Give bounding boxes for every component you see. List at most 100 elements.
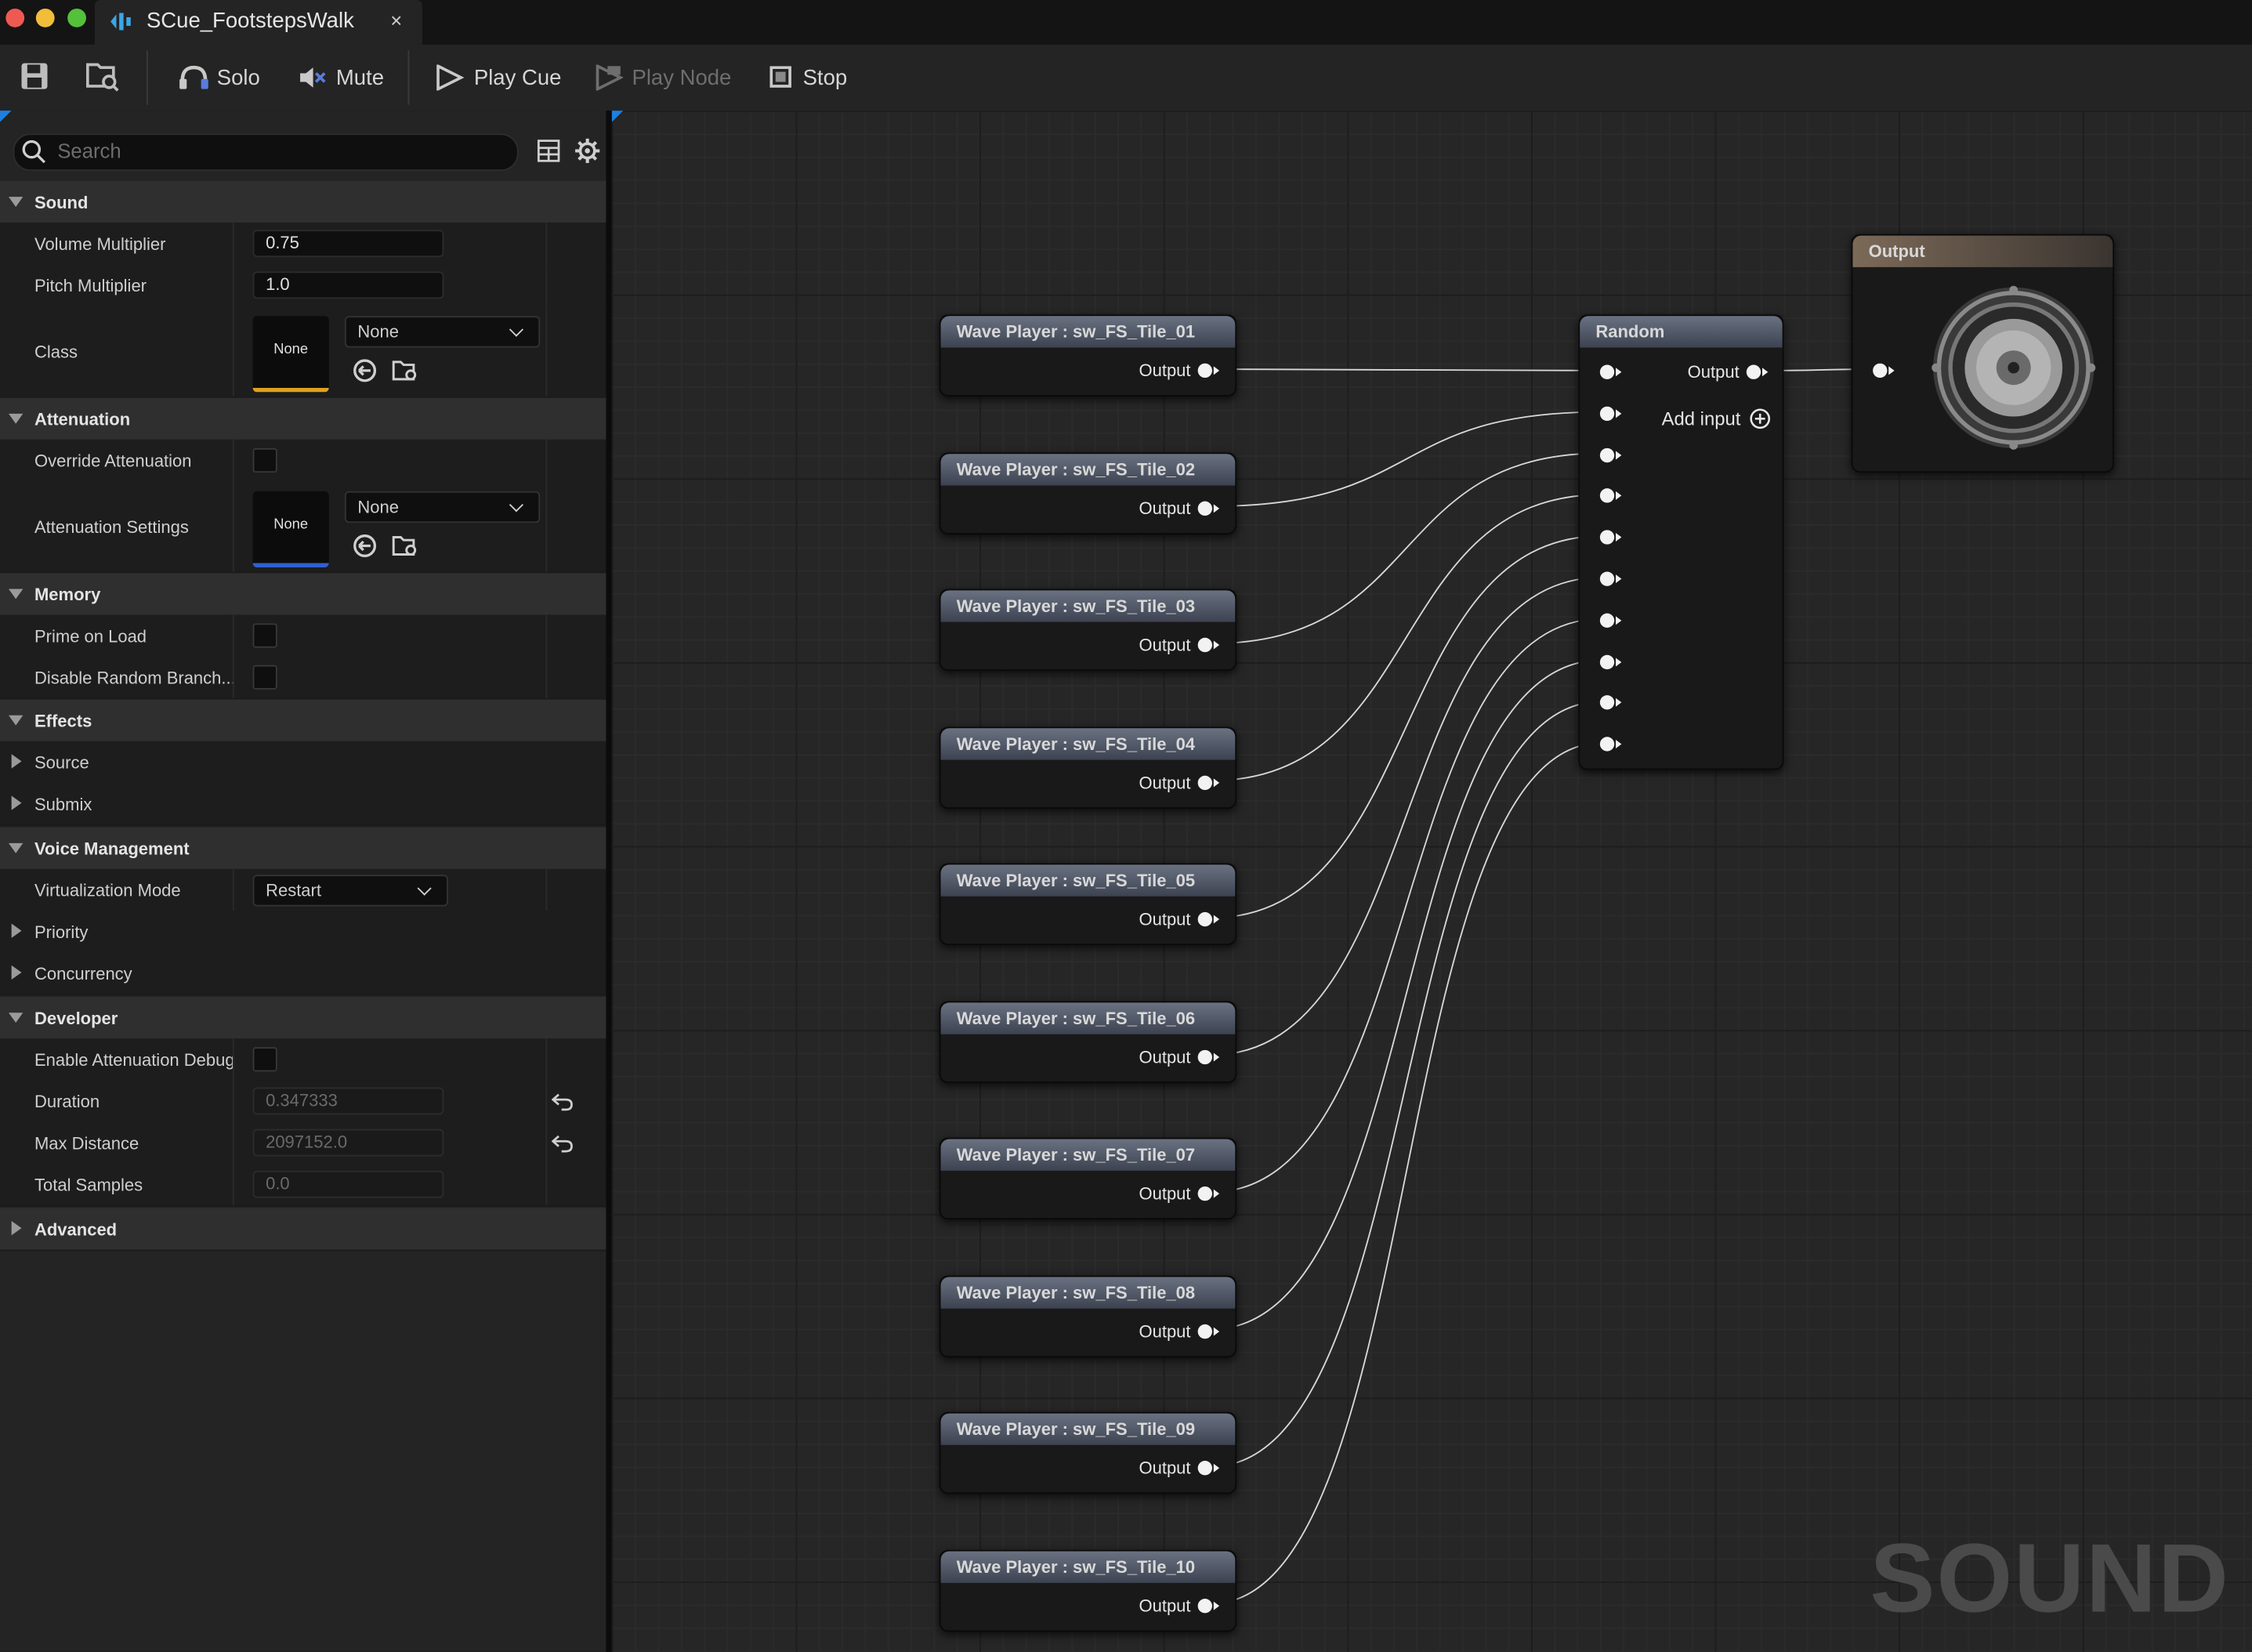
wave-output-pin[interactable]: [1197, 911, 1212, 927]
subcategory-label: Concurrency: [34, 963, 132, 984]
pin-arrow-icon: [1616, 491, 1622, 501]
asset-tab[interactable]: SCue_FootstepsWalk ×: [94, 0, 422, 45]
settings-gear-icon[interactable]: [574, 138, 600, 164]
save-icon[interactable]: [20, 62, 49, 91]
class-dropdown[interactable]: None: [344, 316, 541, 348]
total-samples-field: 0.0: [252, 1170, 444, 1198]
wave-output-pin[interactable]: [1197, 500, 1212, 516]
random-input-pin[interactable]: [1599, 530, 1615, 545]
wave-player-node[interactable]: Wave Player : sw_FS_Tile_08 Output: [939, 1274, 1237, 1357]
category-voice-management[interactable]: Voice Management: [0, 827, 606, 871]
category-label: Voice Management: [34, 839, 190, 860]
minimize-window-button[interactable]: [35, 8, 55, 27]
property-label: Enable Attenuation Debug: [34, 1049, 235, 1071]
wave-player-node[interactable]: Wave Player : sw_FS_Tile_05 Output: [939, 863, 1237, 946]
random-node[interactable]: Random Output Add input: [1578, 314, 1784, 770]
override-attenuation-checkbox[interactable]: [252, 447, 277, 473]
search-input[interactable]: Search: [13, 133, 519, 172]
wave-player-node[interactable]: Wave Player : sw_FS_Tile_03 Output: [939, 589, 1237, 671]
subcategory-submix[interactable]: Submix: [0, 782, 606, 826]
connection-wire: [1211, 618, 1602, 1194]
wave-player-node[interactable]: Wave Player : sw_FS_Tile_01 Output: [939, 314, 1237, 397]
output-input-pin[interactable]: [1873, 363, 1888, 379]
play-cue-button[interactable]: Play Cue: [435, 56, 561, 99]
virtualization-mode-dropdown[interactable]: Restart: [252, 875, 448, 907]
browse-asset-icon[interactable]: [85, 60, 121, 92]
wave-player-node[interactable]: Wave Player : sw_FS_Tile_02 Output: [939, 451, 1237, 534]
category-attenuation[interactable]: Attenuation: [0, 397, 606, 441]
wave-player-node[interactable]: Wave Player : sw_FS_Tile_07 Output: [939, 1137, 1237, 1220]
category-sound[interactable]: Sound: [0, 180, 606, 224]
random-input-pin[interactable]: [1599, 364, 1615, 379]
solo-button[interactable]: Solo: [178, 56, 260, 99]
prime-on-load-checkbox[interactable]: [252, 623, 277, 648]
random-input-pin[interactable]: [1599, 406, 1615, 421]
wave-player-title: Wave Player : sw_FS_Tile_10: [940, 1550, 1236, 1582]
pitch-multiplier-field[interactable]: 1.0: [252, 271, 444, 299]
subcategory-concurrency[interactable]: Concurrency: [0, 952, 606, 996]
random-input-pin[interactable]: [1599, 613, 1615, 628]
zoom-window-button[interactable]: [67, 8, 86, 27]
random-input-pin[interactable]: [1599, 737, 1615, 752]
attenuation-debug-checkbox[interactable]: [252, 1047, 277, 1072]
wave-player-title: Wave Player : sw_FS_Tile_01: [940, 316, 1236, 348]
random-input-pin[interactable]: [1599, 695, 1615, 711]
browse-asset-icon[interactable]: [392, 357, 418, 383]
wave-player-node[interactable]: Wave Player : sw_FS_Tile_06 Output: [939, 1000, 1237, 1083]
wave-output-pin[interactable]: [1197, 637, 1212, 653]
connection-wire: [1211, 742, 1602, 1605]
class-thumbnail[interactable]: None: [252, 316, 329, 393]
category-advanced[interactable]: Advanced: [0, 1208, 606, 1252]
stop-button[interactable]: Stop: [769, 56, 847, 99]
attenuation-thumbnail[interactable]: None: [252, 491, 329, 567]
use-selected-asset-icon[interactable]: [352, 357, 378, 383]
wave-output-pin[interactable]: [1197, 1598, 1212, 1613]
browse-asset-icon[interactable]: [392, 533, 418, 559]
panel-splitter[interactable]: [606, 110, 612, 1652]
add-input-plus-icon[interactable]: [1749, 408, 1771, 429]
wave-output-label: Output: [1139, 1595, 1191, 1616]
pin-arrow-icon: [1213, 1052, 1220, 1061]
subcategory-label: Submix: [34, 794, 92, 815]
category-effects[interactable]: Effects: [0, 699, 606, 743]
volume-multiplier-field[interactable]: 0.75: [252, 230, 444, 258]
category-memory[interactable]: Memory: [0, 573, 606, 617]
random-input-pin[interactable]: [1599, 447, 1615, 462]
random-input-pin[interactable]: [1599, 654, 1615, 669]
pin-arrow-icon: [1213, 640, 1220, 650]
property-label: Override Attenuation: [34, 451, 192, 472]
wave-output-pin[interactable]: [1197, 363, 1212, 379]
attenuation-dropdown[interactable]: None: [344, 491, 541, 523]
pin-arrow-icon: [1616, 698, 1622, 708]
random-input-pin[interactable]: [1599, 488, 1615, 504]
wave-player-node[interactable]: Wave Player : sw_FS_Tile_09 Output: [939, 1411, 1237, 1494]
reset-to-default-icon[interactable]: [551, 1133, 574, 1154]
wave-output-pin[interactable]: [1197, 774, 1212, 790]
subcategory-priority[interactable]: Priority: [0, 911, 606, 955]
wave-output-pin[interactable]: [1197, 1324, 1212, 1339]
category-developer[interactable]: Developer: [0, 997, 606, 1041]
category-label: Developer: [34, 1008, 118, 1029]
use-selected-asset-icon[interactable]: [352, 533, 378, 559]
wave-output-pin[interactable]: [1197, 1461, 1212, 1476]
output-node[interactable]: Output: [1851, 234, 2115, 473]
subcategory-source[interactable]: Source: [0, 741, 606, 784]
close-window-button[interactable]: [5, 8, 25, 27]
graph-canvas[interactable]: Wave Player : sw_FS_Tile_01 Output Wave Pl…: [611, 110, 2252, 1652]
random-output-pin[interactable]: [1746, 364, 1761, 379]
tab-close-icon[interactable]: ×: [390, 9, 402, 31]
chevron-down-icon: [509, 498, 523, 513]
play-node-button[interactable]: Play Node: [595, 56, 731, 99]
wave-player-node[interactable]: Wave Player : sw_FS_Tile_04 Output: [939, 726, 1237, 809]
random-input-pin[interactable]: [1599, 571, 1615, 586]
wave-output-pin[interactable]: [1197, 1186, 1212, 1201]
wave-player-node[interactable]: Wave Player : sw_FS_Tile_10 Output: [939, 1549, 1237, 1632]
wave-output-pin[interactable]: [1197, 1049, 1212, 1064]
pin-arrow-icon: [1213, 777, 1220, 787]
disable-random-branch-checkbox[interactable]: [252, 665, 277, 690]
mute-button[interactable]: Mute: [297, 56, 384, 99]
reset-to-default-icon[interactable]: [551, 1092, 574, 1112]
table-view-icon[interactable]: [537, 139, 560, 162]
property-total-samples: Total Samples 0.0: [0, 1163, 606, 1207]
property-label: Prime on Load: [34, 626, 147, 647]
